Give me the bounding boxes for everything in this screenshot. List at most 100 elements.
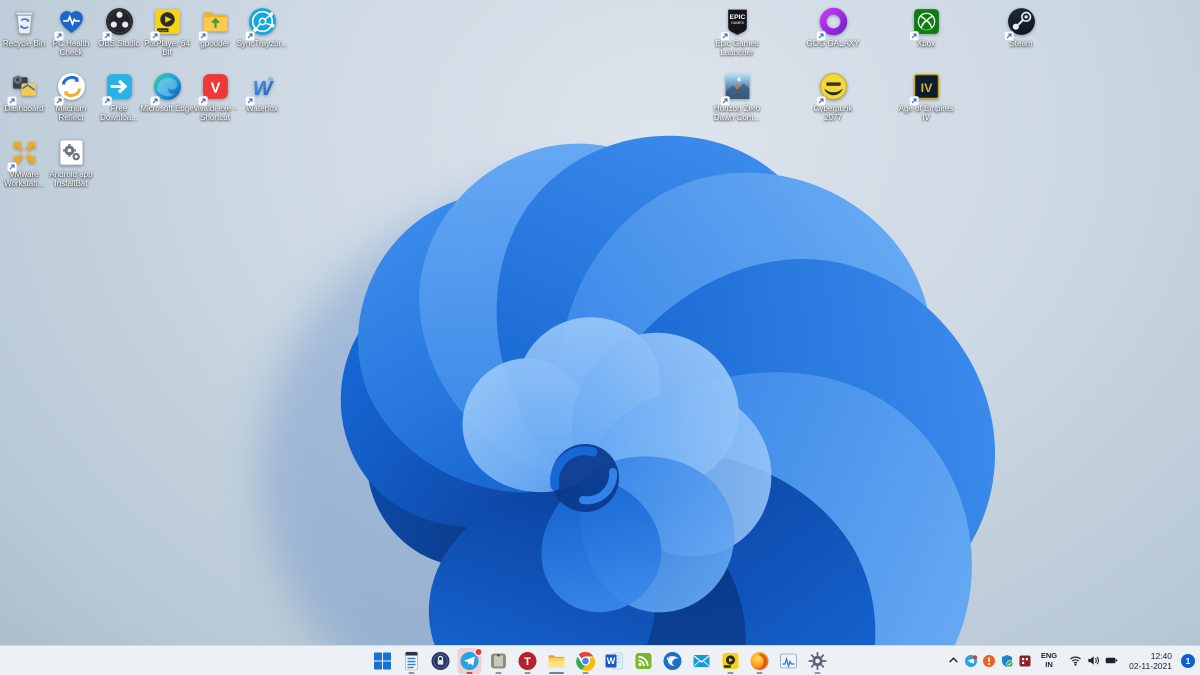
firefox-taskbar-button[interactable] (748, 648, 772, 674)
svg-text:V: V (210, 81, 220, 97)
mail-taskbar-button[interactable] (690, 648, 714, 674)
svg-text:EPIC: EPIC (729, 14, 745, 21)
svg-text:GAMES: GAMES (731, 21, 744, 25)
desktop-icon-synctrayzor[interactable]: SyncTrayzor... (234, 6, 290, 48)
journal-app-taskbar-button[interactable] (400, 648, 424, 674)
shortcut-arrow-icon (244, 28, 255, 41)
clock-time: 12:40 (1150, 650, 1172, 661)
obs-icon (101, 6, 135, 41)
desktop-icon-waterfox[interactable]: W Waterfox (234, 71, 290, 113)
desktop-icon-steam[interactable]: Steam (993, 6, 1049, 48)
tray-app-icons (964, 653, 1033, 668)
gpodder-icon (197, 6, 231, 41)
running-indicator (549, 671, 564, 674)
running-indicator (814, 671, 821, 674)
svg-text:IV: IV (920, 81, 932, 95)
taskbar-center-icons: TW (371, 647, 830, 675)
desktop-icon-label: Horizon Zero Dawn Com... (713, 104, 761, 122)
running-indicator (756, 671, 763, 674)
running-indicator (495, 671, 502, 674)
running-indicator (408, 671, 415, 674)
windows-11-desktop: Recycle Bin PC Health Check OBS Studio Play… (0, 0, 1200, 675)
rss-reader-taskbar-button[interactable] (632, 648, 656, 674)
aoe4-icon: IV (908, 71, 942, 106)
desktop-icon-horizon-zero-dawn[interactable]: Horizon Zero Dawn Com... (709, 71, 765, 122)
recycle-bin-icon (9, 6, 40, 37)
gog-icon (815, 6, 849, 41)
potplayer-taskbar-button[interactable] (719, 648, 743, 674)
security-tray-icon[interactable] (1018, 653, 1033, 668)
password-lock-app-taskbar-button[interactable] (429, 648, 453, 674)
synctrayzor-icon (244, 6, 278, 41)
shortcut-arrow-icon (101, 93, 112, 106)
desktop-icon-label: Age of Empires IV (898, 104, 954, 122)
wifi-icon (1070, 656, 1082, 666)
xbox-icon (908, 6, 942, 41)
chrome-taskbar-button[interactable] (574, 648, 598, 674)
desktop-icon-xbox[interactable]: Xbox (898, 6, 954, 48)
shortcut-arrow-icon (6, 93, 17, 106)
telegram-tray-icon[interactable] (964, 653, 979, 668)
shortcut-arrow-icon (908, 28, 919, 41)
shortcut-arrow-icon (719, 28, 730, 41)
edge-icon (149, 71, 183, 106)
desktop-icon-cyberpunk-2077[interactable]: Cyberpunk 2077 (805, 71, 861, 122)
desktop-icon-label: Epic Games Launcher (715, 39, 759, 57)
android-bat-icon (56, 137, 87, 168)
antivirus-check-tray-icon[interactable] (1000, 653, 1015, 668)
running-indicator (524, 671, 531, 674)
shortcut-arrow-icon (719, 93, 730, 106)
shortcut-arrow-icon (149, 28, 160, 41)
desktop-icon-gog-galaxy[interactable]: GOG GALAXY (805, 6, 861, 48)
desktop-icon-android-app-installbat[interactable]: Android app InstallBat (43, 137, 99, 188)
file-explorer-taskbar-button[interactable] (545, 648, 569, 674)
shortcut-arrow-icon (908, 93, 919, 106)
desktop-icon-label: Xbox (916, 39, 936, 48)
shortcut-arrow-icon (244, 93, 255, 106)
desktop-icon-label: Recycle Bin (2, 39, 46, 48)
start-button-taskbar-button[interactable] (371, 648, 395, 674)
vmware-icon (6, 137, 40, 172)
taskbar: TW ENG IN 12:40 02-11-2021 1 (0, 645, 1200, 675)
svg-text:T: T (524, 656, 531, 668)
potplayer-d-icon: Player (149, 6, 183, 41)
running-indicator (466, 671, 473, 674)
telegram-taskbar-button[interactable] (457, 648, 483, 674)
shortcut-arrow-icon (815, 93, 826, 106)
quick-settings-button[interactable] (1065, 649, 1122, 673)
battery-icon (1105, 657, 1118, 664)
desktop-icon-label: Android app InstallBat (49, 170, 93, 188)
shortcut-arrow-icon (815, 28, 826, 41)
notification-dot-badge (474, 648, 483, 656)
clock-date: 02-11-2021 (1129, 660, 1172, 671)
desktop-icon-age-of-empires-iv[interactable]: IV Age of Empires IV (898, 71, 954, 122)
shortcut-arrow-icon (149, 93, 160, 106)
desktop-icon-label: Cyberpunk 2077 (813, 104, 853, 122)
shortcut-arrow-icon (1003, 28, 1014, 41)
task-manager-taskbar-button[interactable] (777, 648, 801, 674)
notification-count-badge[interactable]: 1 (1181, 653, 1195, 668)
shortcut-arrow-icon (53, 28, 64, 41)
thunderbird-taskbar-button[interactable] (661, 648, 685, 674)
running-indicator (727, 671, 734, 674)
shortcut-arrow-icon (197, 93, 208, 106)
desktop-icon-label: Microsoft Edge (140, 104, 194, 113)
pc-health-icon (53, 6, 87, 41)
cyberpunk-icon (815, 71, 849, 106)
taskbar-clock[interactable]: 12:40 02-11-2021 (1126, 649, 1175, 673)
word-taskbar-button[interactable]: W (603, 648, 627, 674)
svg-text:W: W (607, 656, 616, 666)
gray-notes-app-taskbar-button[interactable] (487, 648, 511, 674)
settings-taskbar-button[interactable] (806, 648, 830, 674)
language-line2: IN (1045, 659, 1053, 669)
desktop-icon-epic-games-launcher[interactable]: EPIC GAMES Epic Games Launcher (709, 6, 765, 57)
horizon-icon (719, 71, 753, 106)
language-indicator[interactable]: ENG IN (1037, 649, 1061, 673)
tray-overflow-chevron-icon[interactable] (947, 649, 960, 673)
volume-icon (1088, 656, 1100, 665)
red-t-app-taskbar-button[interactable]: T (516, 648, 540, 674)
alert-tray-icon[interactable] (982, 653, 997, 668)
system-tray: ENG IN 12:40 02-11-2021 1 (947, 646, 1197, 675)
desktop-icon-label: GOG GALAXY (806, 39, 860, 48)
epic-icon: EPIC GAMES (719, 6, 753, 41)
